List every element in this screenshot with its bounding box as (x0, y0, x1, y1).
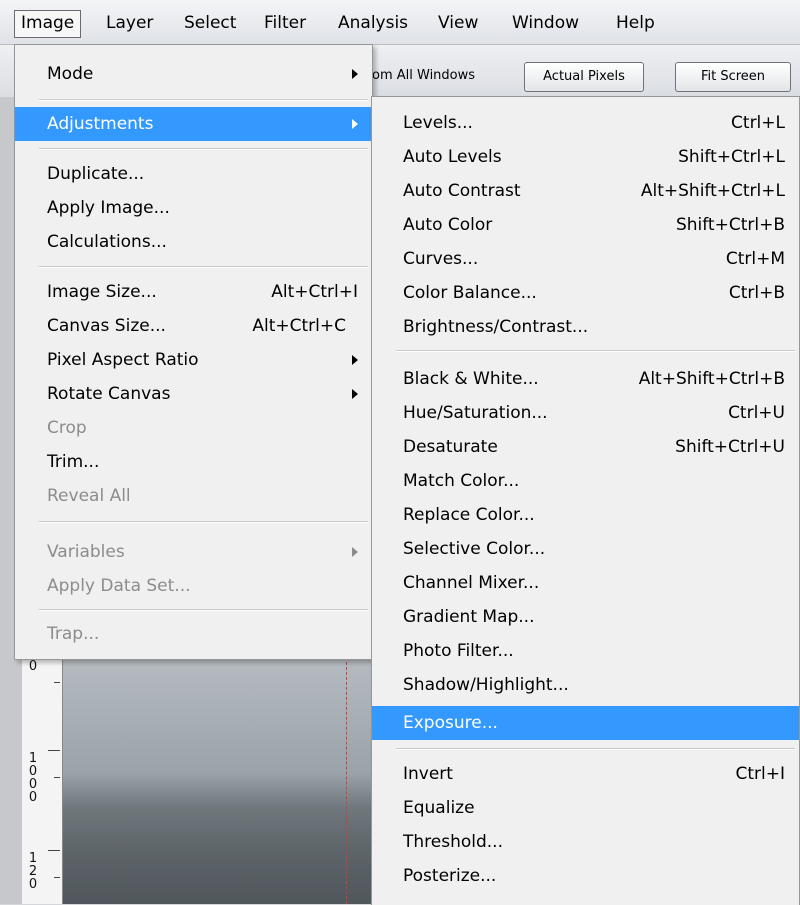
vertical-ruler: 0 1000 120 (22, 652, 63, 904)
menu-separator (39, 148, 368, 150)
adjustments-submenu: Levels... Ctrl+L Auto Levels Shift+Ctrl+… (371, 96, 800, 905)
menu-filter[interactable]: Filter (258, 10, 312, 36)
menu-item-rotate-canvas[interactable]: Rotate Canvas (15, 377, 372, 411)
ruler-label-120: 120 (28, 851, 38, 892)
ruler-label-1000: 1000 (28, 751, 38, 805)
menu-item-brightness-contrast[interactable]: Brightness/Contrast... (372, 310, 799, 344)
menu-item-match-color[interactable]: Match Color... (372, 464, 799, 498)
menu-item-color-balance[interactable]: Color Balance... Ctrl+B (372, 276, 799, 310)
submenu-arrow-icon (352, 119, 358, 129)
menu-item-invert[interactable]: Invert Ctrl+I (372, 757, 799, 791)
menu-item-image-size[interactable]: Image Size... Alt+Ctrl+I (15, 275, 372, 309)
menu-image[interactable]: Image (14, 10, 82, 38)
menu-item-reveal-all: Reveal All (47, 486, 131, 506)
menu-separator (396, 748, 795, 750)
menu-item-crop: Crop (47, 418, 87, 438)
menu-window[interactable]: Window (506, 10, 585, 36)
menu-item-duplicate[interactable]: Duplicate... (15, 157, 372, 191)
ruler-label-0: 0 (28, 659, 38, 674)
menu-separator (39, 609, 368, 611)
menu-separator (396, 350, 795, 352)
menu-item-auto-color[interactable]: Auto Color Shift+Ctrl+B (372, 208, 799, 242)
menu-item-photo-filter[interactable]: Photo Filter... (372, 634, 799, 668)
menu-separator (39, 521, 368, 523)
menu-item-exposure[interactable]: Exposure... (372, 706, 799, 740)
menu-item-variables: Variables (15, 535, 372, 569)
submenu-arrow-icon (352, 389, 358, 399)
menu-item-threshold[interactable]: Threshold... (372, 825, 799, 859)
menu-item-channel-mixer[interactable]: Channel Mixer... (372, 566, 799, 600)
fit-screen-button[interactable]: Fit Screen (675, 62, 791, 92)
menu-item-canvas-size[interactable]: Canvas Size... Alt+Ctrl+C (15, 309, 372, 343)
menu-item-equalize[interactable]: Equalize (372, 791, 799, 825)
submenu-arrow-icon (352, 355, 358, 365)
menu-item-shadow-highlight[interactable]: Shadow/Highlight... (372, 668, 799, 702)
menu-item-apply-data-set: Apply Data Set... (47, 576, 191, 596)
menu-item-curves[interactable]: Curves... Ctrl+M (372, 242, 799, 276)
menu-item-desaturate[interactable]: Desaturate Shift+Ctrl+U (372, 430, 799, 464)
menu-item-calculations[interactable]: Calculations... (15, 225, 372, 259)
menu-separator (39, 266, 368, 268)
submenu-arrow-icon (352, 69, 358, 79)
menu-item-black-white[interactable]: Black & White... Alt+Shift+Ctrl+B (372, 362, 799, 396)
actual-pixels-button[interactable]: Actual Pixels (524, 62, 644, 92)
menu-select[interactable]: Select (178, 10, 242, 36)
menu-item-selective-color[interactable]: Selective Color... (372, 532, 799, 566)
zoom-all-windows-label[interactable]: om All Windows (372, 62, 475, 90)
menu-view[interactable]: View (432, 10, 484, 36)
submenu-arrow-icon (352, 547, 358, 557)
menu-item-auto-contrast[interactable]: Auto Contrast Alt+Shift+Ctrl+L (372, 174, 799, 208)
menu-item-posterize[interactable]: Posterize... (372, 859, 799, 893)
image-menu-dropdown: Mode Adjustments Duplicate... Apply Imag… (14, 44, 373, 660)
menu-item-hue-saturation[interactable]: Hue/Saturation... Ctrl+U (372, 396, 799, 430)
menu-item-gradient-map[interactable]: Gradient Map... (372, 600, 799, 634)
menu-bar: Image Layer Select Filter Analysis View … (0, 0, 800, 45)
menu-item-adjustments[interactable]: Adjustments (15, 107, 372, 141)
menu-item-auto-levels[interactable]: Auto Levels Shift+Ctrl+L (372, 140, 799, 174)
menu-item-trim[interactable]: Trim... (15, 445, 372, 479)
menu-layer[interactable]: Layer (100, 10, 159, 36)
menu-item-levels[interactable]: Levels... Ctrl+L (372, 106, 799, 140)
menu-help[interactable]: Help (610, 10, 661, 36)
menu-item-trap: Trap... (47, 624, 100, 644)
menu-item-apply-image[interactable]: Apply Image... (15, 191, 372, 225)
menu-item-replace-color[interactable]: Replace Color... (372, 498, 799, 532)
guide-line (346, 652, 347, 904)
menu-item-mode[interactable]: Mode (15, 57, 372, 91)
menu-analysis[interactable]: Analysis (332, 10, 414, 36)
menu-item-pixel-aspect-ratio[interactable]: Pixel Aspect Ratio (15, 343, 372, 377)
menu-separator (39, 99, 368, 101)
